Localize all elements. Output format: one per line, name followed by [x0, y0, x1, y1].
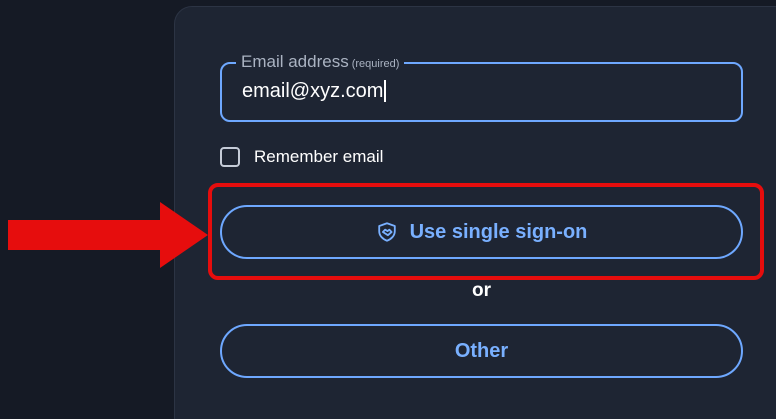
red-arrow-right-icon	[8, 202, 208, 268]
other-button-label: Other	[454, 339, 509, 362]
email-legend-text: Email address	[241, 52, 349, 71]
text-caret	[384, 80, 387, 102]
email-field-label: Email address (required)	[236, 52, 405, 74]
email-field[interactable]: Email address (required) email@xyz.com	[220, 52, 743, 122]
or-separator: or	[472, 280, 491, 301]
email-input-value: email@xyz.com	[242, 79, 384, 102]
email-input[interactable]: email@xyz.com	[242, 78, 712, 104]
remember-email-checkbox[interactable]	[220, 147, 240, 167]
page-background: Email address (required) email@xyz.com Re…	[0, 0, 776, 419]
highlight-box	[208, 183, 764, 280]
required-note: (required)	[351, 58, 400, 70]
remember-email-label[interactable]: Remember email	[254, 147, 383, 167]
remember-email-row[interactable]: Remember email	[220, 144, 383, 170]
other-button[interactable]: Other	[220, 324, 743, 378]
